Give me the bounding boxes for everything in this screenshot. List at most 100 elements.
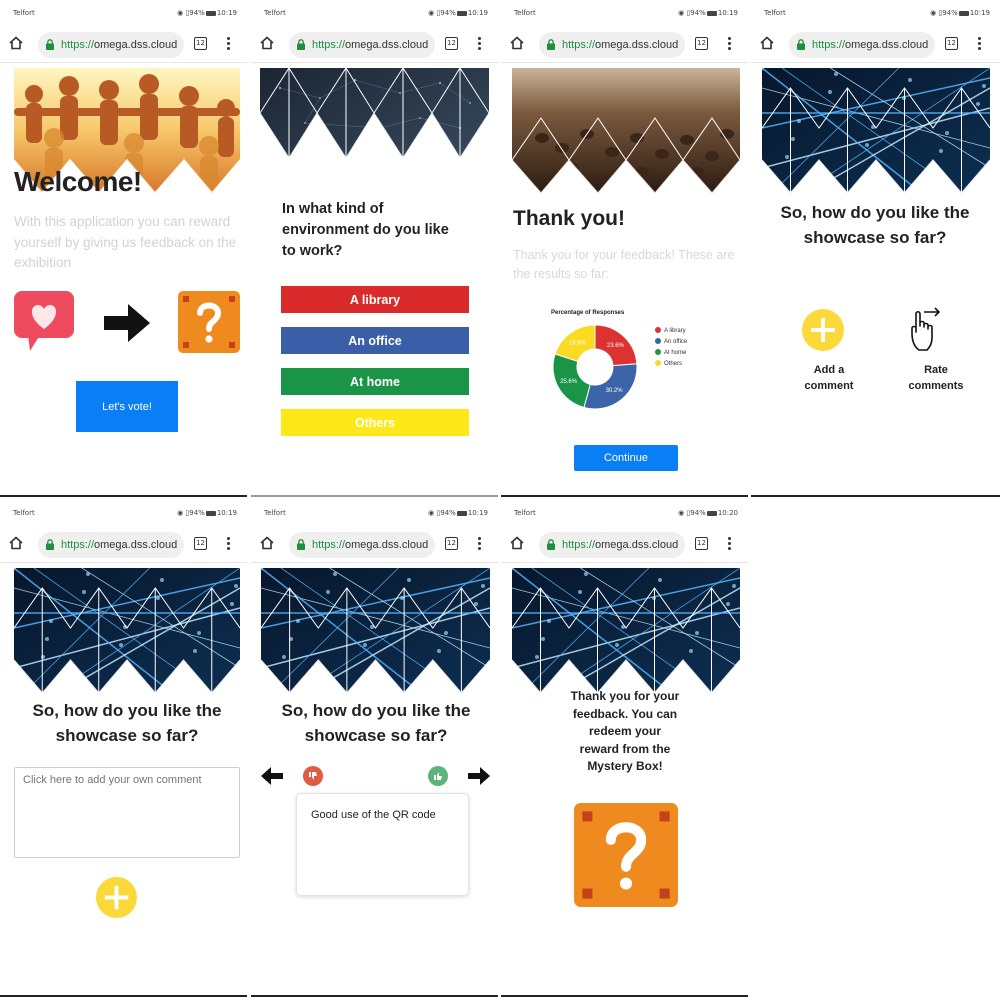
carrier-label: Telfort (514, 509, 536, 517)
plus-circle-icon[interactable] (802, 309, 844, 351)
carrier-label: Telfort (514, 9, 536, 17)
screen-showcase-options: Telfort ◉ ▯94% 10:19 https://omega.dss.cl… (751, 0, 1000, 497)
lock-icon (46, 539, 54, 550)
comment-input[interactable] (14, 767, 240, 858)
header-banner-image (512, 568, 740, 693)
arrow-right-icon (104, 304, 150, 342)
battery-icon (456, 11, 467, 16)
home-icon[interactable] (510, 36, 524, 50)
battery-icon (958, 11, 969, 16)
tab-count-icon[interactable]: 12 (945, 37, 958, 50)
header-banner-image (14, 568, 240, 693)
light-streaks-image (261, 568, 490, 693)
status-right: ◉ ▯94% 10:19 (930, 9, 990, 17)
choice-at-home[interactable]: At home (281, 368, 469, 395)
mystery-box-icon[interactable] (574, 803, 678, 907)
pie-data-label: 25.6% (560, 379, 578, 385)
home-icon[interactable] (260, 36, 274, 50)
overflow-menu-icon[interactable] (226, 536, 230, 552)
question-text: In what kind of environment do you like … (282, 201, 449, 259)
url-text: https://omega.dss.cloud (312, 539, 429, 551)
rate-comments-label: Rate comments (908, 364, 964, 392)
clock-time: 10:19 (216, 9, 237, 17)
tap-hand-icon[interactable] (909, 306, 943, 352)
choice-others[interactable]: Others (281, 409, 469, 436)
home-icon[interactable] (760, 36, 774, 50)
overflow-menu-icon[interactable] (727, 36, 731, 52)
screen-divider (251, 495, 498, 497)
overflow-menu-icon[interactable] (226, 36, 230, 52)
status-bar: Telfort ◉ ▯94% 10:19 (0, 500, 247, 528)
browser-toolbar: https://omega.dss.cloud 12 (251, 528, 498, 563)
add-comment-option[interactable]: Add a comment (799, 309, 859, 399)
address-bar[interactable]: https://omega.dss.cloud (539, 32, 685, 58)
battery-percent: 94% (690, 509, 706, 517)
tab-count-icon[interactable]: 12 (445, 37, 458, 50)
question-text: So, how do you like the showcase so far? (780, 203, 970, 247)
status-right: ◉ ▯94% 10:19 (428, 509, 488, 517)
continue-button[interactable]: Continue (574, 445, 678, 471)
choice-an-office[interactable]: An office (281, 327, 469, 354)
address-bar[interactable]: https://omega.dss.cloud (38, 32, 184, 58)
browser-toolbar: https://omega.dss.cloud 12 (0, 28, 247, 63)
tab-count-icon[interactable]: 12 (695, 537, 708, 550)
battery-percent: 94% (189, 509, 205, 517)
clock-time: 10:20 (717, 509, 738, 517)
results-chart: Percentage of Responses 23.6% A library 30… (551, 307, 721, 417)
home-icon[interactable] (9, 536, 23, 550)
choice-a-library[interactable]: A library (281, 286, 469, 313)
network-image (260, 68, 489, 158)
page-title: Welcome! (14, 166, 142, 197)
light-streaks-image (762, 68, 990, 193)
screen-results: Telfort ◉ ▯94% 10:19 https://omega.dss.cl… (501, 0, 748, 497)
clock-time: 10:19 (717, 9, 738, 17)
clock-time: 10:19 (467, 509, 488, 517)
overflow-menu-icon[interactable] (977, 36, 981, 52)
lets-vote-button[interactable]: Let's vote! (76, 381, 178, 432)
address-bar[interactable]: https://omega.dss.cloud (38, 532, 184, 558)
home-icon[interactable] (510, 536, 524, 550)
tab-count-icon[interactable]: 12 (445, 537, 458, 550)
question-text: So, how do you like the showcase so far? (281, 701, 471, 745)
home-icon[interactable] (260, 536, 274, 550)
screen-divider (251, 995, 498, 997)
battery-icon (456, 511, 467, 516)
screen-add-comment: Telfort ◉ ▯94% 10:19 https://omega.dss.cl… (0, 500, 247, 997)
address-bar[interactable]: https://omega.dss.cloud (289, 532, 435, 558)
empty-slot (751, 500, 1000, 997)
rate-comments-option[interactable]: Rate comments (901, 306, 971, 396)
add-comment-plus-icon[interactable] (96, 877, 137, 918)
arrow-left-icon[interactable] (261, 767, 283, 785)
address-bar[interactable]: https://omega.dss.cloud (289, 32, 435, 58)
overflow-menu-icon[interactable] (477, 36, 481, 52)
question-text: So, how do you like the showcase so far? (32, 701, 222, 745)
status-right: ◉ ▯94% 10:19 (177, 509, 237, 517)
arrow-right-icon[interactable] (468, 767, 490, 785)
home-icon[interactable] (9, 36, 23, 50)
tab-count-icon[interactable]: 12 (194, 37, 207, 50)
status-bar: Telfort ◉ ▯94% 10:19 (501, 0, 748, 28)
lock-icon (547, 39, 555, 50)
url-text: https://omega.dss.cloud (312, 39, 429, 51)
battery-icon (706, 11, 717, 16)
browser-toolbar: https://omega.dss.cloud 12 (501, 528, 748, 563)
tab-count-icon[interactable]: 12 (695, 37, 708, 50)
address-bar[interactable]: https://omega.dss.cloud (789, 32, 935, 58)
comment-card: Good use of the QR code (296, 793, 469, 896)
lock-icon (297, 539, 305, 550)
legend-marker (655, 349, 661, 355)
screen-welcome: Telfort ◉ ▯94% 10:19 https://omega.dss.cl… (0, 0, 247, 497)
heart-chat-icon (14, 291, 74, 351)
thumbs-up-icon[interactable] (428, 766, 448, 786)
overflow-menu-icon[interactable] (727, 536, 731, 552)
screen-divider (501, 995, 748, 997)
battery-percent: 94% (690, 9, 706, 17)
battery-percent: 94% (440, 9, 456, 17)
thumbs-down-icon[interactable] (303, 766, 323, 786)
tab-count-icon[interactable]: 12 (194, 537, 207, 550)
pie-slice-an-office (583, 363, 638, 410)
overflow-menu-icon[interactable] (477, 536, 481, 552)
comment-text: Good use of the QR code (311, 809, 436, 821)
address-bar[interactable]: https://omega.dss.cloud (539, 532, 685, 558)
coffee-beans-image (512, 68, 740, 193)
